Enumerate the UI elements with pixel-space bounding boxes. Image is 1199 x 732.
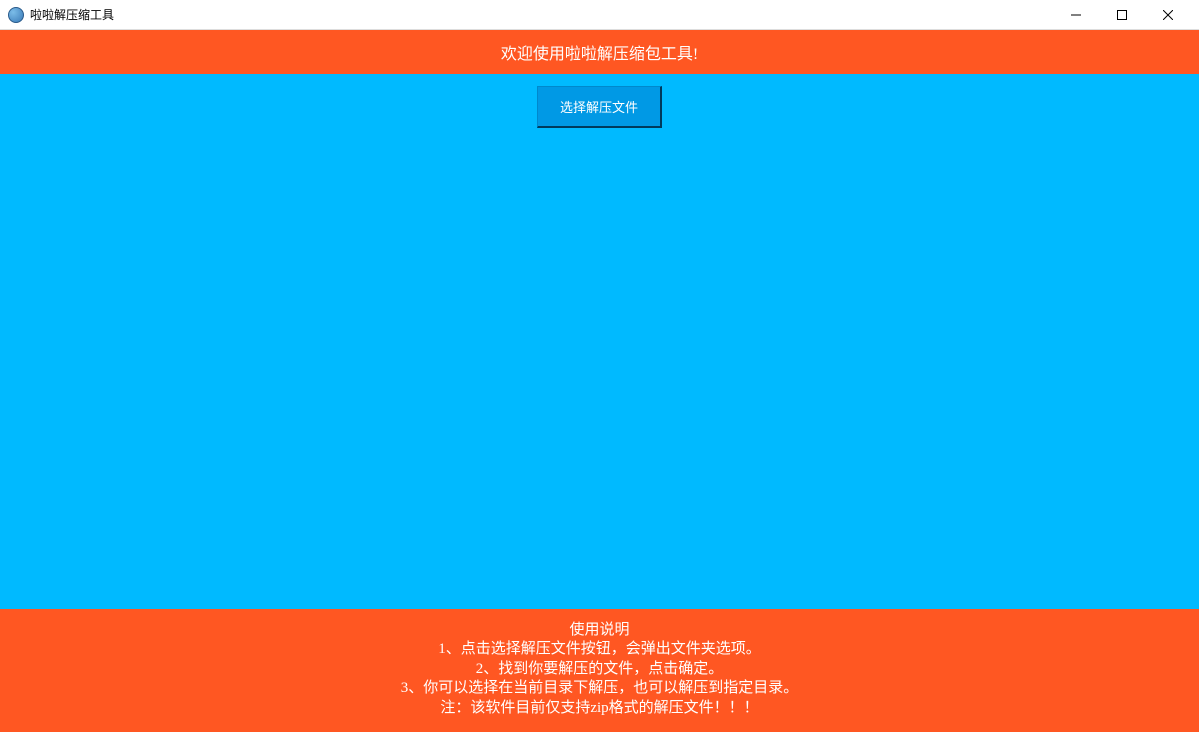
app-icon — [8, 7, 24, 23]
select-file-button[interactable]: 选择解压文件 — [537, 86, 662, 128]
instruction-line-3: 3、你可以选择在当前目录下解压，也可以解压到指定目录。 — [0, 679, 1199, 699]
minimize-button[interactable] — [1053, 0, 1099, 30]
instructions-title: 使用说明 — [0, 621, 1199, 641]
window-controls — [1053, 0, 1191, 30]
maximize-icon — [1117, 10, 1127, 20]
window-titlebar: 啦啦解压缩工具 — [0, 0, 1199, 30]
instruction-line-2: 2、找到你要解压的文件，点击确定。 — [0, 660, 1199, 680]
welcome-banner: 欢迎使用啦啦解压缩包工具! — [0, 30, 1199, 74]
instructions-panel: 使用说明 1、点击选择解压文件按钮，会弹出文件夹选项。 2、找到你要解压的文件，… — [0, 609, 1199, 732]
welcome-text: 欢迎使用啦啦解压缩包工具! — [501, 46, 698, 63]
instruction-note: 注：该软件目前仅支持zip格式的解压文件！！！ — [0, 699, 1199, 719]
close-icon — [1163, 10, 1173, 20]
maximize-button[interactable] — [1099, 0, 1145, 30]
minimize-icon — [1071, 10, 1081, 20]
close-button[interactable] — [1145, 0, 1191, 30]
app-body: 欢迎使用啦啦解压缩包工具! 选择解压文件 使用说明 1、点击选择解压文件按钮，会… — [0, 30, 1199, 732]
window-title: 啦啦解压缩工具 — [30, 6, 114, 23]
main-area: 选择解压文件 — [0, 74, 1199, 609]
instruction-line-1: 1、点击选择解压文件按钮，会弹出文件夹选项。 — [0, 640, 1199, 660]
